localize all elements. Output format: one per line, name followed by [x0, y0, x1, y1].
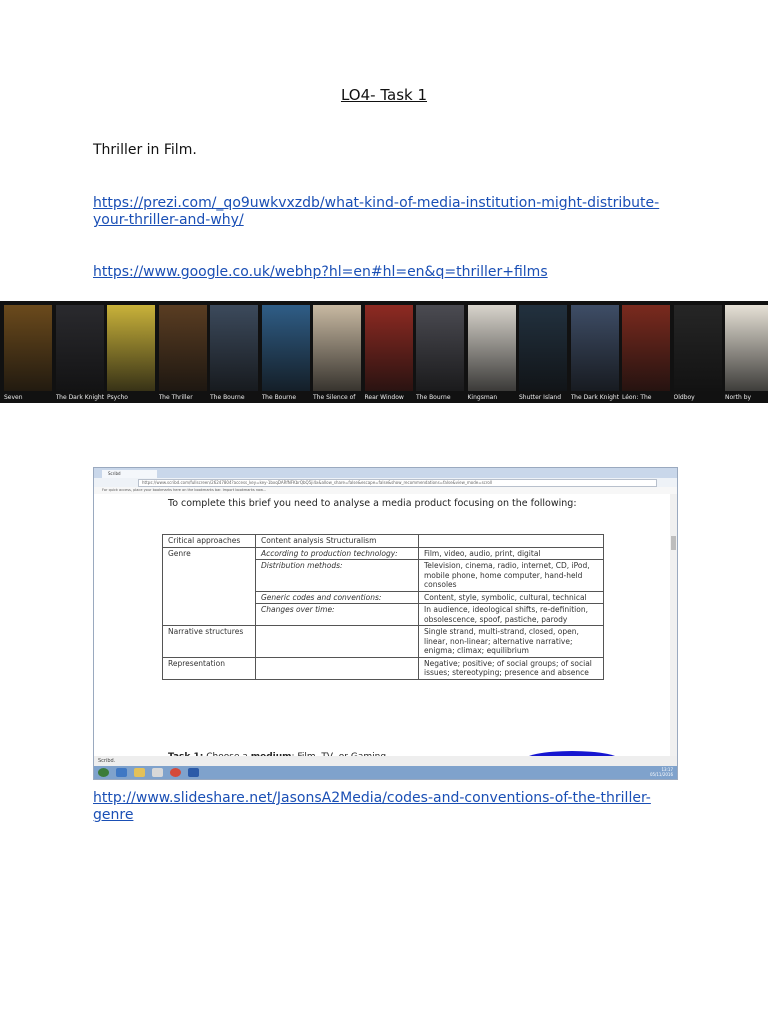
- table-row: Representation Negative; positive; of so…: [162, 656, 604, 680]
- poster-image: [467, 305, 516, 391]
- film-poster[interactable]: [364, 305, 413, 391]
- table-row: Narrative structures Single strand, mult…: [162, 625, 604, 658]
- poster-caption: The Silence of: [313, 394, 356, 401]
- film-poster[interactable]: [107, 305, 155, 391]
- browser-tab: Scribd: [102, 470, 157, 478]
- windows-taskbar: 13:17 05/11/2016: [94, 766, 677, 779]
- film-poster[interactable]: [467, 305, 516, 391]
- film-poster[interactable]: [55, 305, 104, 391]
- table-cell: Critical approaches: [162, 534, 256, 548]
- clock-date: 05/11/2016: [649, 772, 673, 777]
- table-cell: Narrative structures: [162, 625, 256, 658]
- film-poster[interactable]: [519, 305, 567, 391]
- table-cell: Generic codes and conventions:: [255, 590, 419, 604]
- film-poster[interactable]: [416, 305, 464, 391]
- poster-image: [725, 305, 768, 391]
- film-poster[interactable]: [622, 305, 670, 391]
- poster-image: [210, 305, 258, 391]
- film-poster[interactable]: [261, 305, 310, 391]
- table-cell: Film, video, audio, print, digital: [418, 546, 604, 560]
- poster-image: [261, 305, 310, 391]
- table-cell: Content, style, symbolic, cultural, tech…: [418, 590, 604, 604]
- film-poster[interactable]: [158, 305, 207, 391]
- poster-caption: The Thriller: [158, 394, 193, 401]
- page-title: LO4- Task 1: [340, 86, 428, 104]
- poster-image: [519, 305, 567, 391]
- analysis-table: Critical approaches Content analysis Str…: [162, 534, 604, 680]
- scrollbar-thumb: [671, 536, 676, 550]
- table-cell: [418, 534, 604, 548]
- prezi-link[interactable]: https://prezi.com/_qo9uwkvxzdb/what-kind…: [93, 195, 683, 229]
- embedded-browser-screenshot: Scribd https://www.scribd.com/fullscreen…: [93, 467, 678, 780]
- word-icon: [188, 768, 199, 777]
- table-cell: According to production technology:: [255, 546, 419, 560]
- google-link[interactable]: https://www.google.co.uk/webhp?hl=en#hl=…: [93, 264, 548, 281]
- film-poster[interactable]: [313, 305, 361, 391]
- film-poster[interactable]: [725, 305, 768, 391]
- poster-caption: Seven: [4, 394, 23, 401]
- media-icon: [152, 768, 163, 777]
- table-row: Genre According to production technology…: [162, 546, 604, 626]
- poster-image: [55, 305, 104, 391]
- poster-image: [673, 305, 722, 391]
- film-poster[interactable]: [673, 305, 722, 391]
- table-cell: [255, 625, 419, 658]
- url-field: https://www.scribd.com/fullscreen/262478…: [138, 479, 657, 487]
- subtitle: Thriller in Film.: [93, 142, 197, 158]
- poster-image: [313, 305, 361, 391]
- poster-caption: The Bourne: [416, 394, 451, 401]
- poster-image: [416, 305, 464, 391]
- film-poster[interactable]: [210, 305, 258, 391]
- table-cell: [255, 656, 419, 680]
- ie-icon: [116, 768, 127, 777]
- browser-tab-bar: Scribd: [94, 468, 677, 478]
- poster-caption: Shutter Island: [519, 394, 562, 401]
- poster-caption: Léon: The: [622, 394, 652, 401]
- poster-image: [622, 305, 670, 391]
- poster-image: [570, 305, 619, 391]
- scrollbar: [670, 494, 677, 756]
- poster-caption: The Dark Knight: [570, 394, 619, 401]
- film-poster[interactable]: [570, 305, 619, 391]
- poster-image: [107, 305, 155, 391]
- poster-image: [158, 305, 207, 391]
- table-cell: Genre: [162, 546, 256, 626]
- table-cell: Television, cinema, radio, internet, CD,…: [418, 559, 604, 592]
- table-cell: In audience, ideological shifts, re-defi…: [418, 603, 604, 626]
- table-cell: Negative; positive; of social groups; of…: [418, 656, 604, 680]
- table-row: Critical approaches Content analysis Str…: [162, 534, 604, 548]
- table-cell: Representation: [162, 656, 256, 680]
- table-cell: Single strand, multi-strand, closed, ope…: [418, 625, 604, 658]
- poster-caption: Oldboy: [673, 394, 695, 401]
- poster-caption: The Bourne: [261, 394, 297, 401]
- poster-image: [364, 305, 413, 391]
- table-cell: Changes over time:: [255, 603, 419, 626]
- bookmarks-bar: For quick access, place your bookmarks h…: [94, 487, 677, 494]
- table-cell: Distribution methods:: [255, 559, 419, 592]
- poster-image: [4, 305, 52, 391]
- film-poster[interactable]: [4, 305, 52, 391]
- poster-caption: The Dark Knight: [55, 394, 104, 401]
- poster-caption: North by: [725, 394, 752, 401]
- poster-caption: Kingsman: [467, 394, 498, 401]
- film-poster-strip: Seven The Dark Knight Psycho The Thriller Th…: [0, 301, 768, 403]
- table-cell: Content analysis Structuralism: [255, 534, 419, 548]
- poster-caption: The Bourne: [210, 394, 245, 401]
- slideshare-link[interactable]: http://www.slideshare.net/JasonsA2Media/…: [93, 790, 683, 824]
- taskbar-clock: 13:17 05/11/2016: [650, 767, 673, 777]
- start-button-icon: [98, 768, 109, 777]
- poster-caption: Psycho: [107, 394, 128, 401]
- poster-caption: Rear Window: [364, 394, 404, 401]
- folder-icon: [134, 768, 145, 777]
- chrome-icon: [170, 768, 181, 777]
- brief-intro: To complete this brief you need to analy…: [168, 498, 577, 509]
